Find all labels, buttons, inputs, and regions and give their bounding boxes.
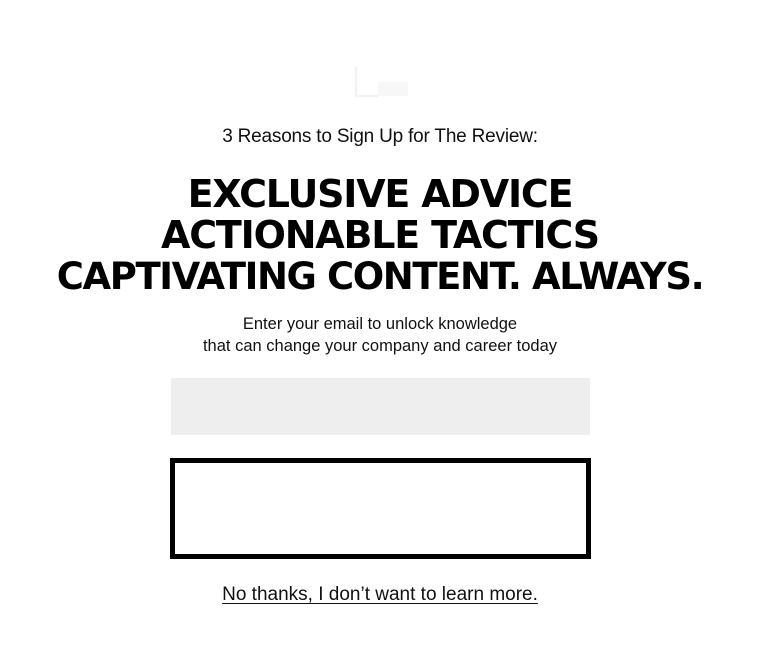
headline-line-3: CAPTIVATING CONTENT. ALWAYS. <box>56 255 705 298</box>
brand-logo-icon <box>352 64 412 100</box>
signup-subtitle: 3 Reasons to Sign Up for The Review: <box>222 126 538 147</box>
description-line-1: Enter your email to unlock knowledge <box>242 315 518 333</box>
decline-link-container: No thanks, I don’t want to learn more. <box>0 584 760 606</box>
description-line-2: that can change your company and career … <box>202 337 558 355</box>
headline-line-2: ACTIONABLE TACTICS <box>161 213 600 257</box>
signup-description: Enter your email to unlock knowledge tha… <box>0 313 760 357</box>
signup-modal: 3 Reasons to Sign Up for The Review: EXC… <box>0 0 760 652</box>
headline-line-1: EXCLUSIVE ADVICE <box>187 172 574 216</box>
decline-link[interactable]: No thanks, I don’t want to learn more. <box>222 584 538 605</box>
signup-headline: EXCLUSIVE ADVICE ACTIONABLE TACTICS CAPT… <box>0 172 760 298</box>
submit-button[interactable] <box>170 458 591 559</box>
email-field[interactable] <box>171 378 590 435</box>
